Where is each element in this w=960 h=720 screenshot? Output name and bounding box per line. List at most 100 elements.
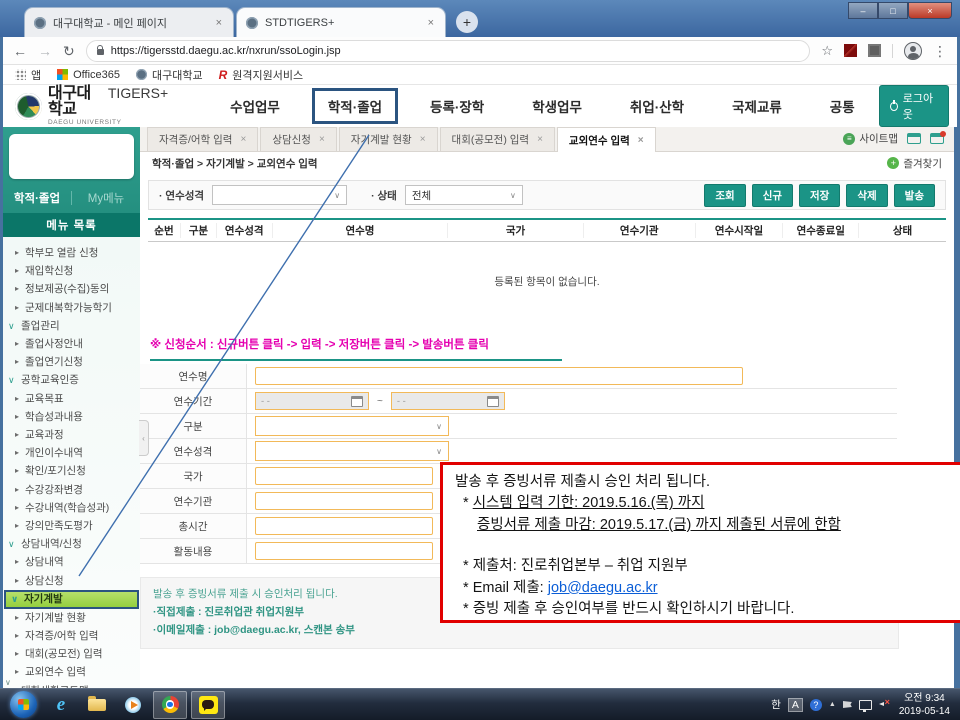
start-button[interactable] <box>10 691 37 718</box>
ime-english-indicator[interactable]: A <box>788 698 803 712</box>
delete-button[interactable]: 삭제 <box>846 184 887 207</box>
reload-icon[interactable]: ↻ <box>63 44 75 58</box>
category-select[interactable]: ∨ <box>255 416 449 436</box>
sidebar-group-graduation[interactable]: 졸업관리 <box>3 317 140 335</box>
window-minimize-button[interactable]: – <box>848 2 878 19</box>
window-maximize-button[interactable]: □ <box>878 2 908 19</box>
browser-tab-stdtigers[interactable]: STDTIGERS+ × <box>236 7 446 37</box>
sidebar-tab-records[interactable]: 학적·졸업 <box>3 190 71 206</box>
close-tab-icon[interactable]: × <box>214 17 224 29</box>
sidebar-item-parent-access[interactable]: 학부모 열람 신청 <box>3 244 140 262</box>
sidebar-item-graduation-delay[interactable]: 졸업연기신청 <box>3 353 140 371</box>
training-name-input[interactable] <box>255 367 743 385</box>
close-tab-icon[interactable]: × <box>240 134 246 145</box>
tab-counseling-apply[interactable]: 상담신청 × <box>260 127 336 151</box>
sidebar-item-military-return[interactable]: 군제대복학가능학기 <box>3 299 140 317</box>
action-center-flag-icon[interactable] <box>843 701 852 708</box>
nav-classes[interactable]: 수업업무 <box>206 96 304 116</box>
training-type-filter-select[interactable]: ∨ <box>212 185 347 205</box>
internet-explorer-icon[interactable]: e <box>45 692 77 718</box>
apps-shortcut[interactable]: 앱 <box>15 67 41 83</box>
bookmark-daegu-univ[interactable]: 대구대학교 <box>136 67 203 83</box>
bookmark-star-icon[interactable]: ☆ <box>821 44 833 57</box>
send-button[interactable]: 발송 <box>894 184 935 207</box>
close-tab-icon[interactable]: × <box>319 134 325 145</box>
nav-student-affairs[interactable]: 학생업무 <box>508 96 606 116</box>
email-link[interactable]: job@daegu.ac.kr <box>548 580 658 596</box>
sidebar-item-course-change[interactable]: 수강강좌변경 <box>3 481 140 499</box>
network-icon[interactable] <box>859 700 872 710</box>
pdf-extension-icon[interactable] <box>844 44 857 57</box>
sidebar-item-info-consent[interactable]: 정보제공(수집)동의 <box>3 280 140 298</box>
chrome-icon[interactable] <box>153 691 187 719</box>
tab-external-training[interactable]: 교외연수 입력 × <box>557 127 656 152</box>
start-date-input[interactable]: - - <box>255 392 369 410</box>
training-type-select[interactable]: ∨ <box>255 441 449 461</box>
close-tab-icon[interactable]: × <box>420 134 426 145</box>
new-tab-button[interactable]: + <box>456 11 478 33</box>
sidebar-tab-mymenu[interactable]: My메뉴 <box>72 190 140 206</box>
sidebar-item-curriculum[interactable]: 교육과정 <box>3 426 140 444</box>
tab-license-language[interactable]: 자격증/어학 입력 × <box>147 127 258 151</box>
search-button[interactable]: 조회 <box>704 184 745 207</box>
country-input[interactable] <box>255 467 433 485</box>
nav-common[interactable]: 공통 <box>806 96 879 116</box>
media-player-icon[interactable] <box>117 692 149 718</box>
sidebar-item-readmission[interactable]: 재입학신청 <box>3 262 140 280</box>
sidebar-collapse-handle[interactable]: ‹ <box>139 420 149 456</box>
save-button[interactable]: 저장 <box>799 184 840 207</box>
institution-input[interactable] <box>255 492 433 510</box>
volume-muted-icon[interactable] <box>879 700 889 709</box>
activity-input[interactable] <box>255 542 433 560</box>
window-close-button[interactable]: × <box>908 2 952 19</box>
nav-registration-scholarship[interactable]: 등록·장학 <box>406 96 508 116</box>
close-tab-icon[interactable]: × <box>638 135 644 146</box>
help-tray-icon[interactable]: ? <box>810 699 822 711</box>
tab-contest-input[interactable]: 대회(공모전) 입력 × <box>440 127 555 151</box>
tab-self-dev-status[interactable]: 자기계발 현황 × <box>339 127 438 151</box>
sidebar-item-confirm-withdraw[interactable]: 확인/포기신청 <box>3 462 140 480</box>
sidebar-item-course-history[interactable]: 수강내역(학습성과) <box>3 499 140 517</box>
logout-button[interactable]: 로그아웃 <box>879 85 949 127</box>
ime-korean-indicator[interactable]: 한 <box>771 697 781 712</box>
browser-menu-icon[interactable]: ⋮ <box>933 44 947 58</box>
sidebar-item-counseling-apply[interactable]: 상담신청 <box>3 572 140 590</box>
close-tab-icon[interactable]: × <box>537 134 543 145</box>
sidebar-item-lecture-satisfaction[interactable]: 강의만족도평가 <box>3 517 140 535</box>
browser-tab-daegu-main[interactable]: 대구대학교 - 메인 페이지 × <box>24 7 234 37</box>
nav-records-graduation[interactable]: 학적·졸업 <box>312 88 398 124</box>
calendar-icon[interactable] <box>351 396 363 407</box>
bookmark-remote-support[interactable]: R 원격지원서비스 <box>219 67 304 83</box>
profile-avatar[interactable] <box>904 42 922 60</box>
portal-logo[interactable]: 대구대학교 TIGERS+ DAEGU UNIVERSITY <box>48 86 168 127</box>
close-tab-icon[interactable]: × <box>426 17 436 29</box>
calendar-icon[interactable] <box>487 396 499 407</box>
taskbar-clock[interactable]: 오전 9:34 2019-05-14 <box>896 692 950 718</box>
status-filter-select[interactable]: 전체 ∨ <box>405 185 523 205</box>
sidebar-item-graduation-guide[interactable]: 졸업사정안내 <box>3 335 140 353</box>
close-all-windows-icon[interactable] <box>930 133 944 144</box>
add-favorite-button[interactable]: + 즐겨찾기 <box>887 156 942 171</box>
forward-icon[interactable]: → <box>38 44 52 58</box>
sidebar-group-self-development[interactable]: 자기계발 <box>4 590 139 609</box>
new-button[interactable]: 신규 <box>752 184 793 207</box>
tray-expand-icon[interactable]: ▲ <box>829 701 836 708</box>
sidebar-item-counseling-history[interactable]: 상담내역 <box>3 553 140 571</box>
nav-employment[interactable]: 취업·산학 <box>606 96 708 116</box>
address-bar[interactable]: https://tigersstd.daegu.ac.kr/nxrun/ssoL… <box>86 40 811 62</box>
sidebar-group-engineering-cert[interactable]: 공학교육인증 <box>3 371 140 389</box>
sidebar-item-external-training[interactable]: 교외연수 입력 <box>3 663 140 681</box>
sidebar-item-learning-outcome[interactable]: 학습성과내용 <box>3 408 140 426</box>
sitemap-button[interactable]: ≡ 사이트맵 <box>843 131 898 146</box>
kakaotalk-icon[interactable] <box>191 691 225 719</box>
file-explorer-icon[interactable] <box>81 692 113 718</box>
sidebar-item-self-dev-status[interactable]: 자기계발 현황 <box>3 609 140 627</box>
end-date-input[interactable]: - - <box>391 392 505 410</box>
extension-icon[interactable] <box>868 44 881 57</box>
sidebar-item-personal-record[interactable]: 개인이수내역 <box>3 444 140 462</box>
sidebar-item-license-language[interactable]: 자격증/어학 입력 <box>3 627 140 645</box>
sidebar-item-contest-input[interactable]: 대회(공모전) 입력 <box>3 645 140 663</box>
scroll-down-icon[interactable] <box>5 678 11 687</box>
bookmark-office365[interactable]: Office365 <box>57 69 120 81</box>
back-icon[interactable]: ← <box>13 44 27 58</box>
